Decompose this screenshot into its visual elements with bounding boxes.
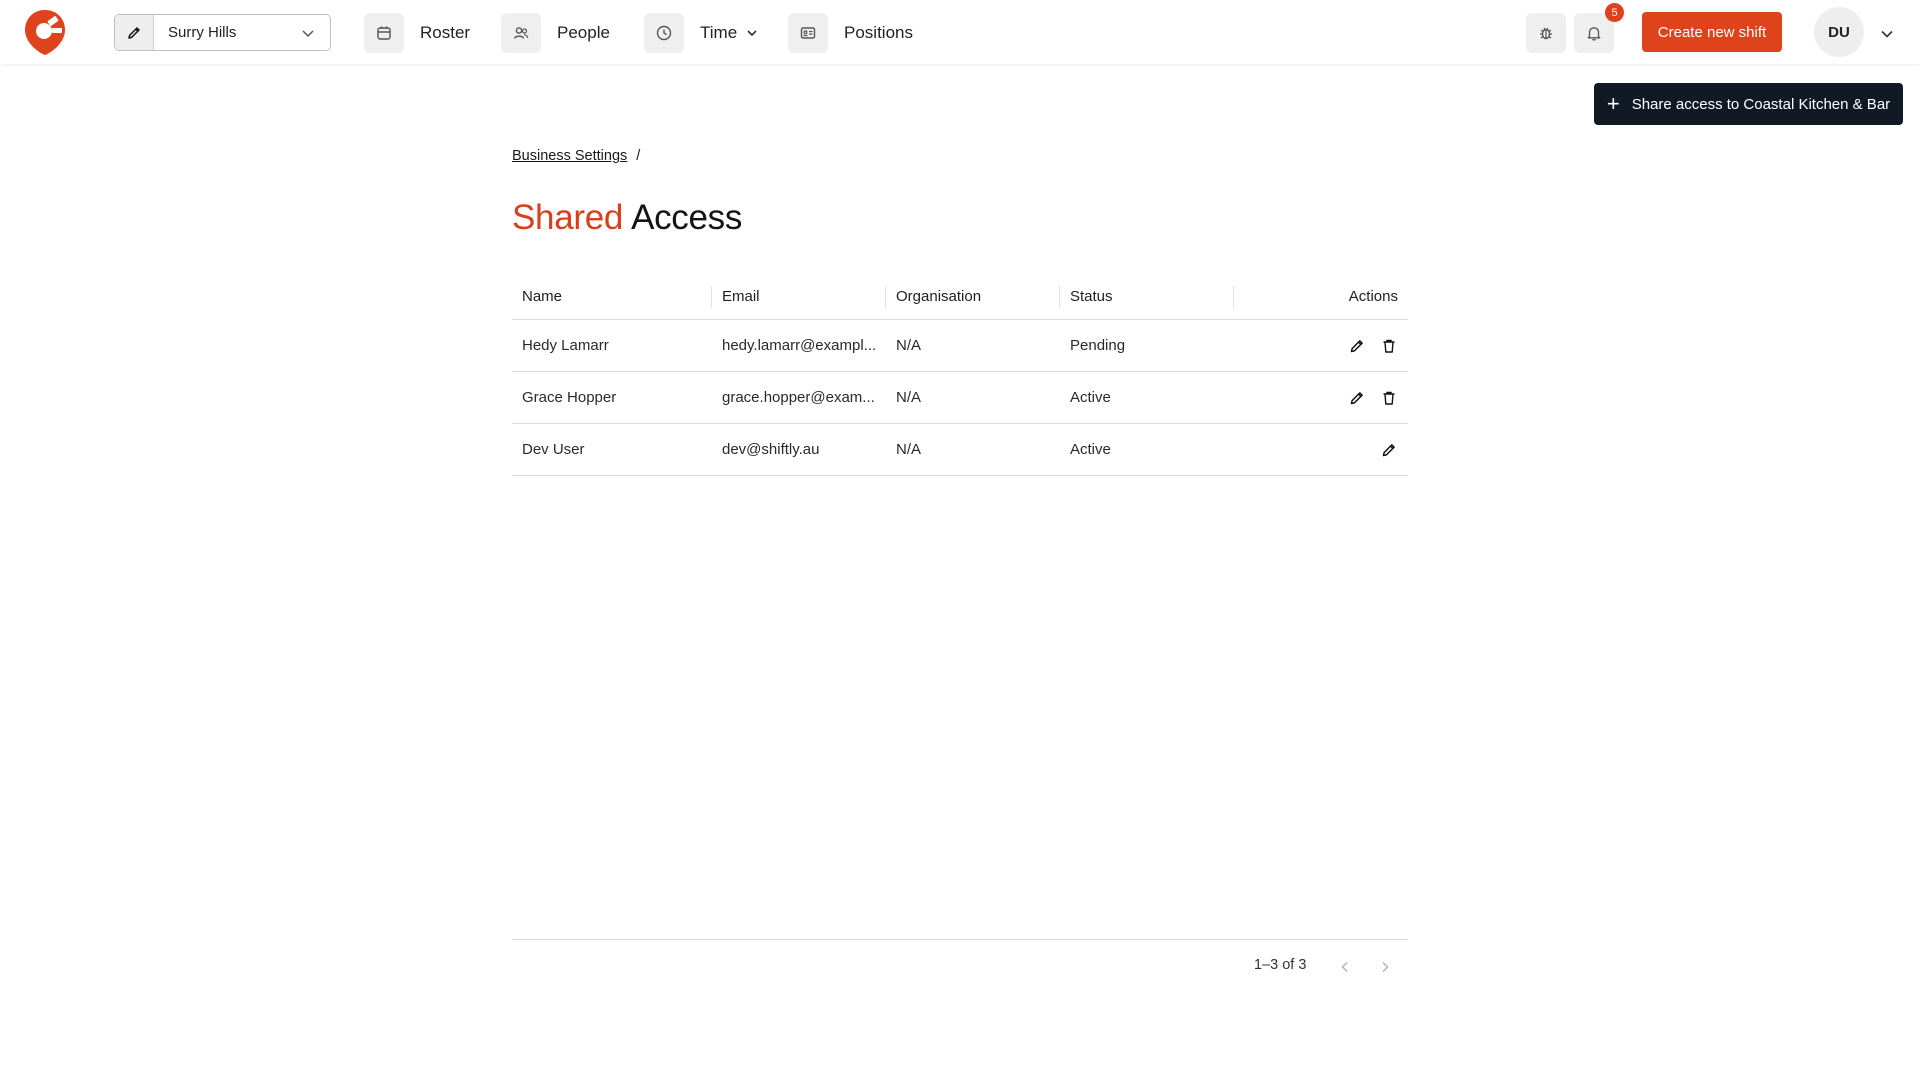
chevron-down-icon <box>747 30 757 37</box>
page-title: Shared Access <box>512 198 742 238</box>
next-page-button[interactable] <box>1373 955 1397 979</box>
calendar-icon <box>377 26 391 40</box>
chevron-left-icon <box>1341 961 1348 973</box>
row-status: Active <box>1070 441 1111 458</box>
column-header-name[interactable]: Name <box>512 273 712 319</box>
plus-icon: + <box>1606 91 1620 116</box>
nav-positions-label: Positions <box>844 23 913 42</box>
chevron-right-icon <box>1382 961 1389 973</box>
logo-icon[interactable] <box>23 8 67 56</box>
row-actions <box>1234 389 1408 407</box>
chevron-down-icon <box>302 29 314 37</box>
row-name: Hedy Lamarr <box>522 337 609 354</box>
nav-people[interactable]: People <box>501 13 610 53</box>
page-title-rest: Access <box>631 198 743 237</box>
row-organisation: N/A <box>896 337 922 354</box>
nav-time-label: Time <box>700 23 738 42</box>
row-status: Pending <box>1070 337 1126 354</box>
row-actions <box>1234 441 1408 459</box>
nav-people-label: People <box>557 23 610 42</box>
nav-roster-label: Roster <box>420 23 471 42</box>
location-select[interactable]: Surry Hills <box>114 14 331 51</box>
share-access-button[interactable]: + Share access to Coastal Kitchen & Bar <box>1594 83 1903 125</box>
row-organisation: N/A <box>896 389 922 406</box>
trash-icon <box>1383 391 1395 405</box>
row-organisation: N/A <box>896 441 922 458</box>
page-title-accent: Shared <box>512 198 624 237</box>
row-name: Grace Hopper <box>522 389 617 406</box>
nav-positions[interactable]: Positions <box>788 13 913 53</box>
row-actions <box>1234 337 1408 355</box>
column-header-email[interactable]: Email <box>712 273 886 319</box>
delete-button[interactable] <box>1380 337 1398 355</box>
location-label: Surry Hills <box>168 24 237 41</box>
row-email: grace.hopper@exam... <box>722 389 875 406</box>
share-access-label: Share access to Coastal Kitchen & Bar <box>1631 95 1891 113</box>
row-status: Active <box>1070 389 1111 406</box>
trash-icon <box>1383 339 1395 353</box>
column-header-organisation[interactable]: Organisation <box>886 273 1060 319</box>
pencil-icon <box>1350 339 1363 352</box>
bug-report-button[interactable] <box>1526 13 1566 53</box>
row-name: Dev User <box>522 441 585 458</box>
edit-button[interactable] <box>1348 389 1366 407</box>
row-email: hedy.lamarr@exampl... <box>722 337 877 354</box>
notification-count-badge: 5 <box>1605 3 1624 22</box>
chevron-down-icon[interactable] <box>1879 26 1895 42</box>
table-row: Hedy Lamarr hedy.lamarr@exampl... N/A Pe… <box>512 320 1408 372</box>
table-footer-divider <box>512 939 1408 940</box>
bell-icon <box>1587 27 1601 41</box>
pencil-icon <box>128 26 140 39</box>
bug-icon <box>1540 27 1552 40</box>
pencil-icon <box>1382 443 1395 456</box>
delete-button[interactable] <box>1380 389 1398 407</box>
edit-button[interactable] <box>1348 337 1366 355</box>
nav-roster[interactable]: Roster <box>364 13 470 53</box>
breadcrumb: Business Settings / <box>512 148 640 164</box>
table-row: Grace Hopper grace.hopper@exam... N/A Ac… <box>512 372 1408 424</box>
top-navigation-bar: Surry Hills Roster People Time Positions… <box>0 0 1920 64</box>
edit-location-button[interactable] <box>115 15 154 50</box>
edit-button[interactable] <box>1380 441 1398 459</box>
create-new-shift-button[interactable]: Create new shift <box>1642 12 1782 52</box>
people-icon <box>513 27 529 39</box>
row-email: dev@shiftly.au <box>722 441 820 458</box>
pencil-icon <box>1350 391 1363 404</box>
table-header: Name Email Organisation Status Actions <box>512 273 1408 320</box>
breadcrumb-separator: / <box>636 148 641 164</box>
column-header-status[interactable]: Status <box>1060 273 1234 319</box>
nav-time[interactable]: Time <box>644 13 759 53</box>
column-header-actions: Actions <box>1348 287 1398 305</box>
avatar[interactable]: DU <box>1814 7 1864 57</box>
table-row: Dev User dev@shiftly.au N/A Active <box>512 424 1408 476</box>
id-card-icon <box>800 27 816 39</box>
shared-access-table: Name Email Organisation Status Actions H… <box>512 273 1408 476</box>
previous-page-button[interactable] <box>1333 955 1357 979</box>
pagination-info: 1–3 of 3 <box>1254 957 1307 973</box>
clock-icon <box>656 25 672 41</box>
breadcrumb-business-settings[interactable]: Business Settings <box>512 148 627 164</box>
